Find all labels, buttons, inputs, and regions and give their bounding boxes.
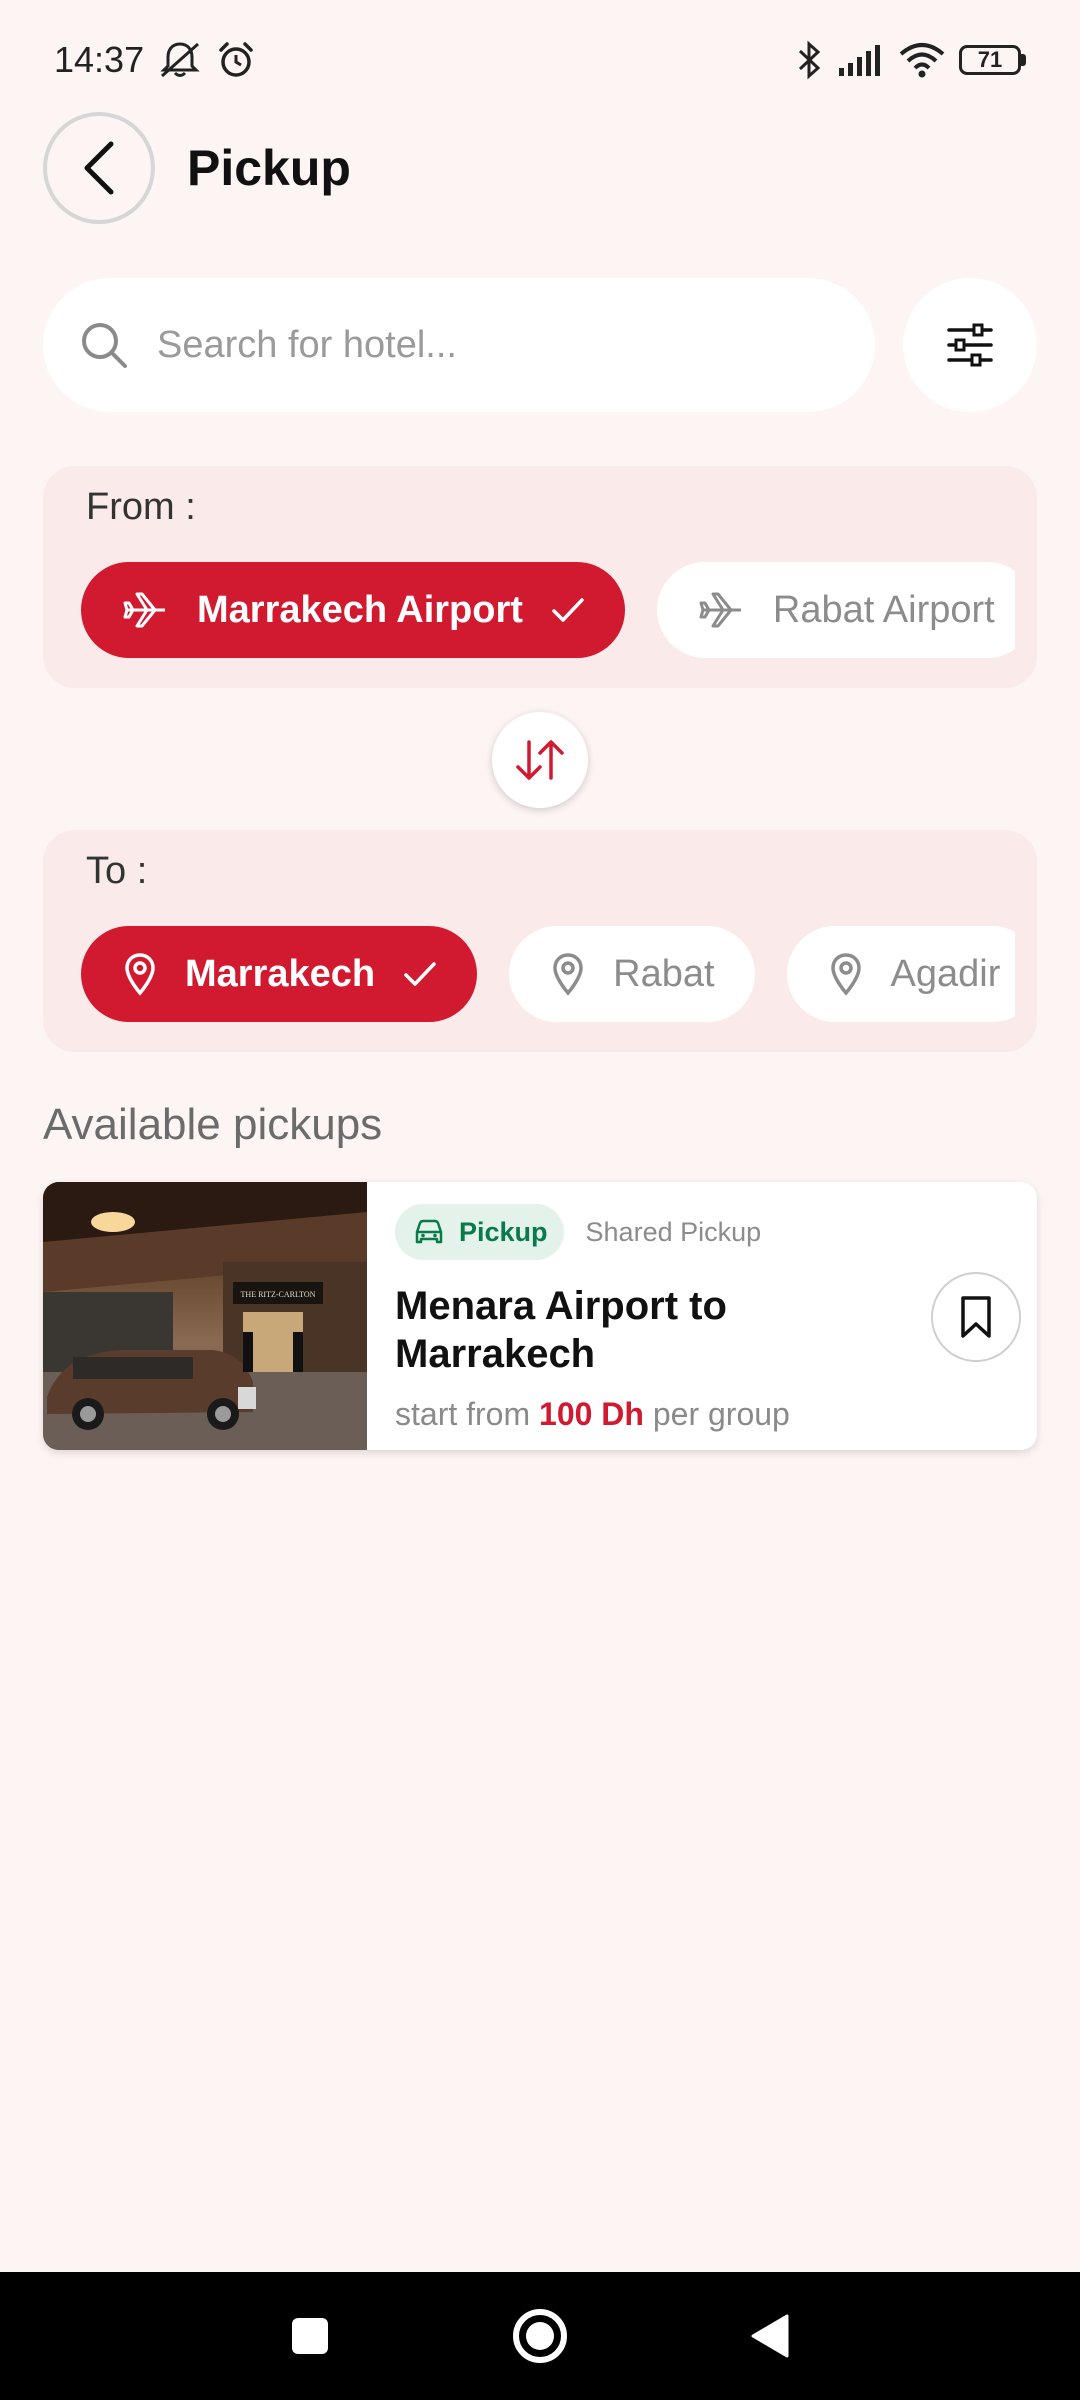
pickup-price: start from 100 Dh per group — [395, 1396, 1009, 1433]
bluetooth-icon — [798, 40, 821, 80]
location-pin-icon — [125, 953, 155, 996]
to-option-label: Marrakech — [185, 952, 376, 995]
swap-button[interactable] — [492, 712, 588, 808]
from-option-rabat-airport[interactable]: Rabat Airport — [656, 562, 1015, 658]
pickup-title: Menara Airport to Marrakech — [395, 1284, 727, 1376]
circle-icon — [513, 2309, 567, 2363]
car-icon — [415, 1219, 443, 1244]
mute-icon — [160, 42, 200, 78]
from-label: From : — [86, 486, 196, 528]
search-icon — [82, 323, 127, 368]
from-option-label: Marrakech Airport — [197, 588, 523, 631]
location-pin-icon — [830, 953, 861, 996]
header: Pickup — [43, 112, 351, 224]
to-label: To : — [86, 850, 148, 892]
to-option-label: Rabat — [613, 952, 715, 995]
status-right: 71 — [797, 40, 1026, 80]
battery-icon: 71 — [959, 45, 1026, 75]
to-options: Marrakech Rabat Agadir — [81, 926, 1015, 1022]
swap-arrows-icon — [516, 740, 564, 780]
bookmark-button[interactable] — [931, 1272, 1021, 1362]
plane-icon — [699, 592, 741, 628]
system-nav-bar — [0, 2272, 1080, 2400]
from-panel: From : Marrakech Airport Rabat Airport — [43, 466, 1037, 688]
to-option-label: Agadir — [890, 952, 1001, 995]
to-panel: To : Marrakech Rabat Agadir — [43, 830, 1037, 1052]
hotel-car-image: THE RITZ-CARLTON — [43, 1182, 367, 1450]
status-time: 14:37 — [54, 39, 145, 80]
status-left: 14:37 — [54, 39, 256, 81]
from-options: Marrakech Airport Rabat Airport — [81, 562, 1015, 658]
hotel-car-illustration: THE RITZ-CARLTON — [43, 1182, 367, 1450]
search-input[interactable]: Search for hotel... — [43, 278, 875, 412]
battery-tip — [1021, 54, 1026, 66]
battery-level: 71 — [959, 45, 1021, 75]
recents-button[interactable] — [270, 2296, 350, 2376]
pickup-tags: Pickup Shared Pickup — [395, 1204, 1009, 1260]
location-pin-icon — [553, 953, 583, 996]
from-option-label: Rabat Airport — [772, 588, 995, 631]
page-title: Pickup — [187, 140, 351, 196]
pickup-type: Shared Pickup — [585, 1216, 762, 1247]
pickup-card-body: Pickup Shared Pickup Menara Airport to M… — [367, 1182, 1037, 1450]
to-option-marrakech[interactable]: Marrakech — [81, 926, 478, 1022]
bookmark-icon — [961, 1296, 991, 1338]
back-button[interactable] — [43, 112, 155, 224]
check-icon — [404, 962, 436, 986]
to-option-rabat[interactable]: Rabat — [509, 926, 755, 1022]
price-prefix: start from — [395, 1396, 540, 1432]
hotel-sign-text: THE RITZ-CARLTON — [241, 1290, 316, 1299]
alarm-icon — [219, 42, 253, 77]
pickup-tag-label: Pickup — [459, 1216, 548, 1247]
signal-icon — [839, 45, 880, 76]
to-option-agadir[interactable]: Agadir — [786, 926, 1015, 1022]
status-bar: 14:37 71 — [0, 0, 1080, 120]
sliders-icon — [947, 323, 993, 367]
chevron-left-icon — [84, 141, 114, 195]
plane-icon — [123, 592, 165, 628]
section-title: Available pickups — [43, 1100, 383, 1149]
from-option-marrakech-airport[interactable]: Marrakech Airport — [81, 562, 625, 658]
check-icon — [552, 598, 584, 622]
pickup-card[interactable]: THE RITZ-CARLTON Pickup Shared Pickup Me… — [43, 1182, 1037, 1450]
wifi-icon — [899, 43, 945, 78]
filter-button[interactable] — [903, 278, 1037, 412]
square-icon — [292, 2318, 328, 2354]
back-nav-button[interactable] — [730, 2296, 810, 2376]
triangle-back-icon — [751, 2314, 789, 2358]
price-amount: 100 Dh — [539, 1396, 644, 1432]
price-suffix: per group — [643, 1396, 790, 1432]
home-button[interactable] — [500, 2296, 580, 2376]
search-placeholder: Search for hotel... — [157, 323, 457, 366]
pickup-tag: Pickup — [395, 1204, 564, 1260]
